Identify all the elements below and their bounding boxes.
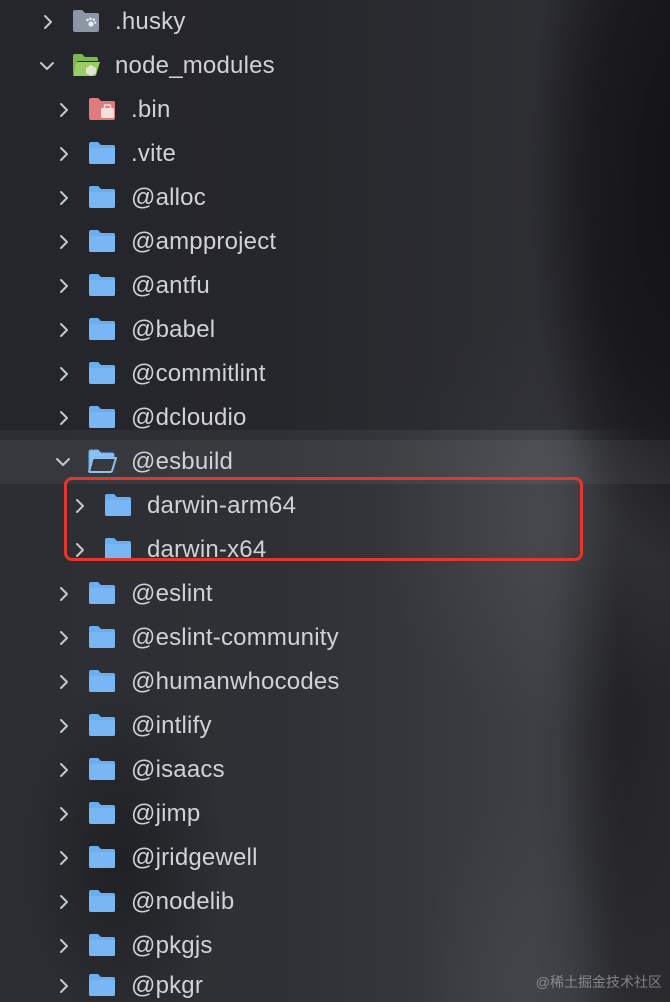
tree-item-antfu[interactable]: @antfu (0, 264, 670, 308)
folder-icon (87, 228, 117, 254)
husky-folder-icon (71, 8, 101, 34)
tree-item-label: @dcloudio (131, 404, 247, 431)
folder-icon (87, 316, 117, 342)
tree-item-eslint[interactable]: @eslint (0, 572, 670, 616)
tree-item-babel[interactable]: @babel (0, 308, 670, 352)
tree-item-label: @ampproject (131, 228, 277, 255)
tree-item-label: @antfu (131, 272, 210, 299)
tree-item-label: @humanwhocodes (131, 668, 340, 695)
folder-icon (87, 360, 117, 386)
chevron-right-icon[interactable] (55, 717, 73, 735)
chevron-down-icon[interactable] (38, 57, 56, 75)
tree-item-label: @babel (131, 316, 216, 343)
chevron-down-icon[interactable] (54, 453, 72, 471)
folder-icon (87, 624, 117, 650)
tree-item-dcloudio[interactable]: @dcloudio (0, 396, 670, 440)
tree-item-label: @pkgjs (131, 932, 213, 959)
tree-item-commitlint[interactable]: @commitlint (0, 352, 670, 396)
chevron-right-icon[interactable] (55, 233, 73, 251)
folder-icon (87, 140, 117, 166)
folder-icon (87, 888, 117, 914)
tree-item-node-modules[interactable]: node_modules (0, 44, 670, 88)
chevron-right-icon[interactable] (55, 585, 73, 603)
tree-item-label: node_modules (115, 52, 275, 79)
folder-open-icon (87, 448, 117, 474)
tree-item-label: @jimp (131, 800, 201, 827)
tree-item-label: @pkgr (131, 972, 204, 999)
chevron-right-icon[interactable] (55, 145, 73, 163)
tree-item-humanwhocodes[interactable]: @humanwhocodes (0, 660, 670, 704)
tree-item-nodelib[interactable]: @nodelib (0, 880, 670, 924)
chevron-right-icon[interactable] (55, 101, 73, 119)
tree-item-jridgewell[interactable]: @jridgewell (0, 836, 670, 880)
folder-icon (87, 844, 117, 870)
highlight-annotation-box (64, 477, 583, 561)
folder-icon (87, 712, 117, 738)
chevron-right-icon[interactable] (55, 629, 73, 647)
chevron-right-icon[interactable] (55, 321, 73, 339)
chevron-right-icon[interactable] (55, 365, 73, 383)
chevron-right-icon[interactable] (55, 673, 73, 691)
tree-item-isaacs[interactable]: @isaacs (0, 748, 670, 792)
folder-icon (87, 932, 117, 958)
tree-item-label: .husky (115, 8, 186, 35)
tree-item-label: .vite (131, 140, 177, 167)
tree-item-vite[interactable]: .vite (0, 132, 670, 176)
node-modules-folder-open-icon (71, 52, 101, 78)
watermark-text: @稀土掘金技术社区 (535, 974, 662, 990)
tree-item-label: @commitlint (131, 360, 266, 387)
bin-folder-icon (87, 96, 117, 122)
chevron-right-icon[interactable] (39, 13, 57, 31)
folder-icon (87, 800, 117, 826)
tree-item-eslint-community[interactable]: @eslint-community (0, 616, 670, 660)
tree-item-label: @intlify (131, 712, 212, 739)
tree-item-label: @eslint-community (131, 624, 339, 651)
tree-item-bin[interactable]: .bin (0, 88, 670, 132)
tree-item-pkgjs[interactable]: @pkgjs (0, 924, 670, 968)
chevron-right-icon[interactable] (55, 189, 73, 207)
chevron-right-icon[interactable] (55, 937, 73, 955)
folder-icon (87, 580, 117, 606)
folder-icon (87, 668, 117, 694)
folder-icon (87, 972, 117, 998)
tree-item-alloc[interactable]: @alloc (0, 176, 670, 220)
folder-icon (87, 756, 117, 782)
chevron-right-icon[interactable] (55, 277, 73, 295)
tree-item-label: @isaacs (131, 756, 225, 783)
tree-item-label: @nodelib (131, 888, 235, 915)
tree-item-intlify[interactable]: @intlify (0, 704, 670, 748)
chevron-right-icon[interactable] (55, 977, 73, 995)
tree-item-ampproject[interactable]: @ampproject (0, 220, 670, 264)
chevron-right-icon[interactable] (55, 805, 73, 823)
folder-icon (87, 184, 117, 210)
tree-item-husky[interactable]: .husky (0, 0, 670, 44)
folder-icon (87, 272, 117, 298)
tree-item-jimp[interactable]: @jimp (0, 792, 670, 836)
chevron-right-icon[interactable] (55, 893, 73, 911)
tree-item-label: .bin (131, 96, 171, 123)
tree-item-label: @alloc (131, 184, 206, 211)
tree-item-label: @esbuild (131, 448, 234, 475)
folder-icon (87, 404, 117, 430)
tree-item-label: @eslint (131, 580, 213, 607)
chevron-right-icon[interactable] (55, 409, 73, 427)
chevron-right-icon[interactable] (55, 849, 73, 867)
chevron-right-icon[interactable] (55, 761, 73, 779)
tree-item-label: @jridgewell (131, 844, 258, 871)
